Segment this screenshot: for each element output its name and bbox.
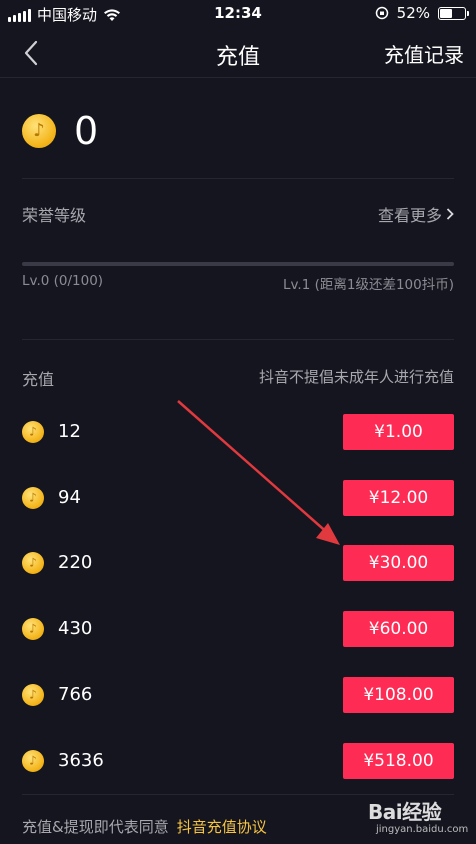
coin-balance: 0: [22, 109, 98, 153]
price-button[interactable]: ¥108.00: [343, 677, 454, 713]
recharge-record-link[interactable]: 充值记录: [384, 39, 464, 68]
nav-bar: 充值 充值记录: [0, 28, 476, 78]
recharge-option: 430 ¥60.00: [22, 611, 454, 647]
divider: [22, 794, 454, 795]
coin-amount: 430: [58, 618, 93, 639]
level-progress-bar: [22, 262, 454, 266]
view-more-link[interactable]: 查看更多: [378, 202, 454, 226]
recharge-agreement-link[interactable]: 抖音充值协议: [177, 818, 267, 836]
chevron-right-icon: [446, 208, 454, 220]
recharge-section-title: 充值: [22, 370, 55, 389]
recharge-option: 220 ¥30.00: [22, 545, 454, 581]
coin-icon: [22, 750, 44, 772]
battery-percent: 52%: [396, 4, 430, 22]
watermark-brand: Bai经验: [368, 800, 442, 824]
coin-icon: [22, 487, 44, 509]
honor-level-label: 荣誉等级: [22, 206, 87, 225]
watermark-url: jingyan.baidu.com: [376, 824, 469, 835]
price-button[interactable]: ¥518.00: [343, 743, 454, 779]
coin-icon: [22, 421, 44, 443]
coin-icon: [22, 684, 44, 706]
battery-level: [440, 8, 453, 18]
price-button[interactable]: ¥1.00: [343, 414, 454, 450]
price-button[interactable]: ¥12.00: [343, 480, 454, 516]
baidu-watermark: Bai经验 jingyan.baidu.com: [368, 796, 468, 840]
recharge-option: 3636 ¥518.00: [22, 743, 454, 779]
back-button[interactable]: [16, 38, 46, 68]
agreement-prefix: 充值&提现即代表同意: [22, 818, 169, 836]
recharge-option: 766 ¥108.00: [22, 677, 454, 713]
price-button[interactable]: ¥30.00: [343, 545, 454, 581]
coin-icon: [22, 552, 44, 574]
recharge-option: 94 ¥12.00: [22, 480, 454, 516]
next-level: Lv.1 (距离1级还差100抖币): [282, 277, 454, 293]
coin-amount: 3636: [58, 750, 104, 771]
coin-amount: 766: [58, 684, 93, 705]
chevron-left-icon: [24, 40, 38, 66]
battery-icon: [438, 6, 469, 20]
divider: [22, 178, 454, 179]
orientation-lock-icon: [375, 6, 388, 20]
minor-notice: 抖音不提倡未成年人进行充值: [258, 368, 454, 386]
coin-amount: 12: [58, 421, 81, 442]
coin-icon: [22, 618, 44, 640]
price-button[interactable]: ¥60.00: [343, 611, 454, 647]
agreement-footer: 充值&提现即代表同意 抖音充值协议: [22, 816, 267, 837]
coin-icon: [22, 114, 56, 148]
honor-level-header: 荣誉等级 查看更多: [22, 200, 454, 226]
coin-amount: 94: [58, 487, 81, 508]
divider: [22, 339, 454, 340]
view-more-label: 查看更多: [377, 206, 442, 225]
recharge-option: 12 ¥1.00: [22, 414, 454, 450]
balance-amount: 0: [74, 109, 99, 153]
current-level: Lv.0 (0/100): [22, 273, 104, 289]
status-bar: 中国移动 12:34 52%: [0, 0, 476, 28]
coin-amount: 220: [58, 552, 93, 573]
status-right: 52%: [375, 4, 469, 22]
